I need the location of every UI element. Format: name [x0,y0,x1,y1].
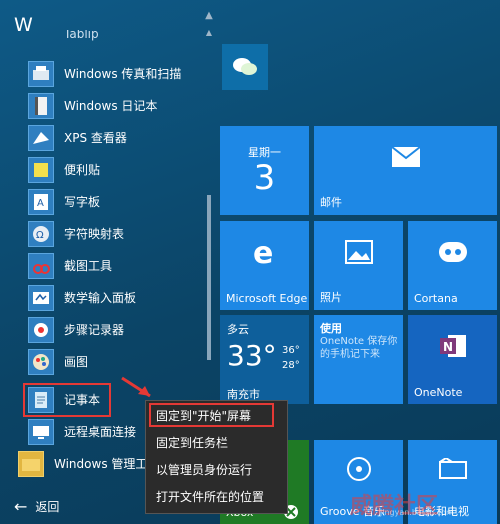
weather-condition: 多云 [227,323,249,336]
weather-high: 36° [282,345,300,356]
folder-icon [18,451,44,477]
tile-cortana[interactable]: Cortana [408,221,497,310]
list-item[interactable]: Tablip [0,30,202,44]
weather-temperature: 33° [227,339,277,372]
app-label: 便利贴 [64,163,101,177]
app-label: 字符映射表 [64,227,125,241]
tile-calendar[interactable]: 星期一 3 [220,126,309,215]
app-item-steps-recorder[interactable]: 步骤记录器 [0,314,202,346]
tile-label: Cortana [414,292,458,305]
chevron-up-icon[interactable]: ▲ [202,10,216,22]
xps-viewer-icon [28,125,54,151]
app-label: Windows 日记本 [64,99,158,113]
tile-label: Microsoft Edge [226,292,308,305]
app-label: 步骤记录器 [64,323,125,337]
svg-text:N: N [443,340,453,354]
svg-text:e: e [253,237,273,267]
tile-label: 照片 [320,291,342,304]
app-label: 写字板 [64,195,101,209]
app-label: 数学输入面板 [64,291,137,305]
app-item-math-input[interactable]: 数学输入面板 [0,282,202,314]
tile-label: 邮件 [320,196,342,209]
app-item-wordpad[interactable]: A 写字板 [0,186,202,218]
app-label: Tablip [64,30,99,41]
menu-item-run-as-admin[interactable]: 以管理员身份运行 [146,457,289,483]
app-item-snipping-tool[interactable]: 截图工具 [0,250,202,282]
scroll-thumb[interactable] [207,195,211,360]
remote-desktop-icon [28,419,54,445]
app-label: 画图 [64,355,89,369]
tile-mail[interactable]: 邮件 [314,126,497,215]
tile-edge[interactable]: e Microsoft Edge [220,221,309,310]
tile-onenote[interactable]: N OneNote [408,315,497,404]
promo-title: 使用 [320,322,342,335]
pin-to-start-highlight-outline [149,403,274,427]
app-item-sticky-notes[interactable]: 便利贴 [0,154,202,186]
tile-onenote-promo[interactable]: 使用 OneNote 保存你的手机记下来 [314,315,403,404]
notepad-highlight-outline [23,383,111,417]
tile-label: OneNote [414,386,463,399]
start-menu: W ▲ Tablip Windows 传真和扫描 Windows 日记本 XPS… [0,0,500,524]
snipping-tool-icon [28,253,54,279]
cortana-icon [408,221,497,283]
app-label: 截图工具 [64,259,113,273]
app-item-journal[interactable]: Windows 日记本 [0,90,202,122]
app-item-fax-scan[interactable]: Windows 传真和扫描 [0,58,202,90]
edge-icon: e [220,221,309,283]
back-arrow-icon: ← [14,496,28,516]
app-label: Windows 传真和扫描 [64,67,182,81]
scroll-up-icon[interactable]: ▲ [204,28,214,38]
tile-photos[interactable]: 照片 [314,221,403,310]
app-label: XPS 查看器 [64,131,127,145]
tile-wechat[interactable] [222,44,268,90]
app-item-character-map[interactable]: Ω 字符映射表 [0,218,202,250]
app-label: 远程桌面连接 [64,425,137,439]
app-item-paint[interactable]: 画图 [0,346,202,378]
watermark-url: jingyan.baidu.com [380,508,454,517]
back-label: 返回 [35,499,60,514]
mail-icon [314,126,497,188]
weather-low: 28° [282,360,300,371]
paint-icon [28,349,54,375]
math-input-icon [28,285,54,311]
fax-scan-icon [28,61,54,87]
app-label: Windows 管理工具 [54,457,160,471]
menu-item-open-file-location[interactable]: 打开文件所在的位置 [146,484,289,510]
journal-icon [28,93,54,119]
svg-text:A: A [37,198,44,209]
promo-text: OneNote 保存你的手机记下来 [320,336,398,360]
wordpad-icon: A [28,189,54,215]
menu-item-pin-to-taskbar[interactable]: 固定到任务栏 [146,430,289,456]
wechat-icon [222,44,268,90]
app-item-xps-viewer[interactable]: XPS 查看器 [0,122,202,154]
tile-weather[interactable]: 多云 33° 36° 28° 南充市 [220,315,309,404]
svg-text:Ω: Ω [36,230,44,241]
back-button[interactable]: ← 返回 [14,494,59,518]
sticky-notes-icon [28,157,54,183]
steps-recorder-icon [28,317,54,343]
photos-icon [314,221,403,283]
calendar-date: 3 [253,158,276,198]
onenote-icon: N [408,315,497,377]
character-map-icon: Ω [28,221,54,247]
